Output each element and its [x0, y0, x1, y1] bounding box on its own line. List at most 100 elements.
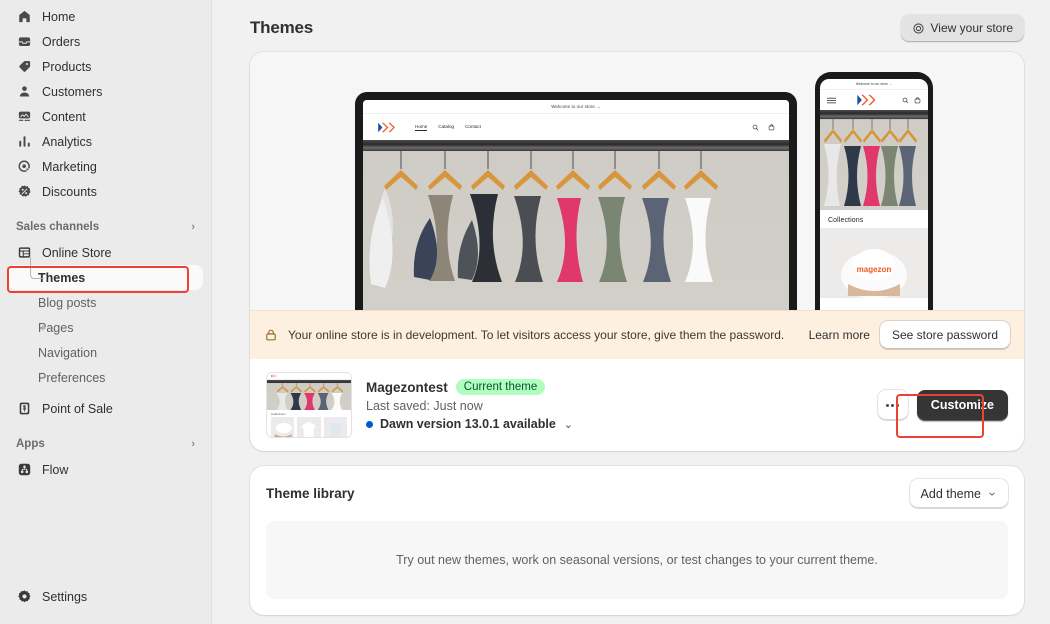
sidebar-item-label: Marketing — [42, 159, 97, 174]
search-icon — [752, 124, 759, 131]
sales-channels-section-header[interactable]: Sales channels › — [8, 214, 203, 240]
sidebar-item-label: Settings — [42, 589, 88, 604]
version-update-notice[interactable]: Dawn version 13.0.1 available ⌄ — [366, 417, 573, 431]
sidebar-item-orders[interactable]: Orders — [8, 29, 203, 54]
products-tag-icon — [16, 59, 32, 75]
mobile-preview-device[interactable]: Welcome to our store → Collections magez… — [815, 72, 933, 310]
sidebar-primary-nav: Home Orders Products Customers Content A… — [8, 4, 203, 204]
store-nav-contact: Contact — [465, 123, 481, 129]
sidebar-item-preferences[interactable]: Preferences — [8, 365, 203, 390]
theme-library-card: Theme library Add theme Try out new them… — [250, 466, 1024, 615]
thumbnail-product — [323, 417, 347, 437]
sidebar-item-navigation[interactable]: Navigation — [8, 340, 203, 365]
apps-section-header[interactable]: Apps › — [8, 431, 203, 457]
sidebar-item-discounts[interactable]: Discounts — [8, 179, 203, 204]
store-nav-catalog: Catalog — [438, 123, 455, 129]
customers-person-icon — [16, 84, 32, 100]
theme-library-empty-state: Try out new themes, work on seasonal ver… — [266, 521, 1008, 599]
sidebar-item-products[interactable]: Products — [8, 54, 203, 79]
more-actions-button[interactable] — [877, 390, 908, 420]
hamburger-menu-icon — [827, 96, 836, 105]
ellipsis-dot — [886, 403, 890, 407]
see-store-password-button[interactable]: See store password — [879, 321, 1010, 349]
sidebar-item-home[interactable]: Home — [8, 4, 203, 29]
cart-icon — [768, 123, 775, 131]
theme-thumbnail: Collections — [266, 372, 352, 438]
sidebar-item-flow[interactable]: Flow — [8, 457, 203, 482]
cart-icon — [914, 96, 921, 104]
store-announcement-bar: Welcome to our store → — [363, 100, 789, 114]
view-your-store-button[interactable]: View your store — [900, 14, 1024, 42]
sidebar-item-label: Orders — [42, 34, 81, 49]
eye-icon — [912, 22, 925, 35]
ellipsis-dot — [891, 403, 895, 407]
mobile-collections-heading: Collections — [828, 217, 864, 224]
sidebar-item-label: Navigation — [38, 345, 98, 360]
online-store-sub-items: Themes Blog posts Pages Navigation Prefe… — [8, 257, 203, 390]
update-dot-icon — [366, 420, 373, 428]
last-saved-text: Last saved: Just now — [366, 399, 483, 413]
thumbnail-header-bar — [267, 373, 351, 380]
theme-library-header: Theme library Add theme — [250, 466, 1024, 521]
sidebar-item-marketing[interactable]: Marketing — [8, 154, 203, 179]
thumbnail-product — [271, 417, 295, 437]
sidebar-item-content[interactable]: Content — [8, 104, 203, 129]
sidebar-item-label: Online Store — [42, 245, 112, 260]
content-area: Welcome to our store → Home Catalog Cont… — [212, 46, 1050, 615]
view-your-store-label: View your store — [930, 21, 1013, 35]
sidebar-item-label: Discounts — [42, 184, 97, 199]
orders-icon — [16, 34, 32, 50]
add-theme-button[interactable]: Add theme — [909, 479, 1008, 508]
sidebar-item-label: Themes — [38, 270, 86, 285]
ellipsis-dot — [896, 403, 900, 407]
chevron-right-icon: › — [191, 438, 195, 450]
mobile-product-image: magezon — [820, 228, 928, 298]
sidebar-item-themes[interactable]: Themes — [8, 265, 203, 290]
sidebar-item-label: Products — [42, 59, 92, 74]
sidebar-item-analytics[interactable]: Analytics — [8, 129, 203, 154]
magezon-chevrons-logo — [856, 92, 882, 108]
version-notice-label: Dawn version 13.0.1 available — [380, 417, 556, 431]
chevron-down-icon: ⌄ — [563, 418, 574, 431]
sidebar-item-label: Home — [42, 9, 76, 24]
main-content: Themes View your store Welcome to our st… — [212, 0, 1050, 624]
mobile-hero-clothing-rack — [820, 110, 928, 210]
thumbnail-product — [297, 417, 321, 437]
chevron-down-icon — [987, 489, 997, 499]
customize-button[interactable]: Customize — [916, 389, 1008, 421]
marketing-target-icon — [16, 159, 32, 175]
sidebar-item-label: Preferences — [38, 370, 106, 385]
sidebar-item-customers[interactable]: Customers — [8, 79, 203, 104]
sales-channels-label: Sales channels — [16, 221, 100, 233]
sidebar-item-settings[interactable]: Settings — [8, 584, 203, 609]
online-store-icon — [16, 245, 32, 261]
sidebar-item-label: Point of Sale — [42, 401, 113, 416]
home-icon — [16, 9, 32, 25]
learn-more-link[interactable]: Learn more — [809, 328, 870, 342]
sidebar-item-blog-posts[interactable]: Blog posts — [8, 290, 203, 315]
magezon-chevrons-logo — [377, 120, 401, 135]
flow-app-icon — [16, 462, 32, 478]
sidebar-item-label: Flow — [42, 462, 69, 477]
tree-branch-arrow — [42, 324, 46, 331]
current-theme-card: Welcome to our store → Home Catalog Cont… — [250, 52, 1024, 451]
store-nav-home: Home — [415, 123, 428, 131]
sidebar-item-point-of-sale[interactable]: Point of Sale — [8, 396, 203, 421]
thumbnail-products — [267, 417, 351, 437]
mobile-store-header — [820, 90, 928, 110]
sidebar-item-online-store[interactable]: Online Store — [8, 240, 203, 265]
apps-label: Apps — [16, 438, 45, 450]
gear-icon — [16, 589, 32, 605]
sidebar-item-label: Customers — [42, 84, 103, 99]
theme-name: Magezontest — [366, 379, 448, 395]
sidebar-item-pages[interactable]: Pages — [8, 315, 203, 340]
sidebar-item-label: Blog posts — [38, 295, 97, 310]
theme-row-actions: Customize — [877, 389, 1008, 421]
content-image-icon — [16, 109, 32, 125]
desktop-preview-device[interactable]: Welcome to our store → Home Catalog Cont… — [355, 92, 797, 310]
status-badge: Current theme — [455, 379, 546, 395]
lock-icon — [264, 328, 278, 342]
point-of-sale-icon — [16, 401, 32, 417]
sidebar: Home Orders Products Customers Content A… — [0, 0, 212, 624]
